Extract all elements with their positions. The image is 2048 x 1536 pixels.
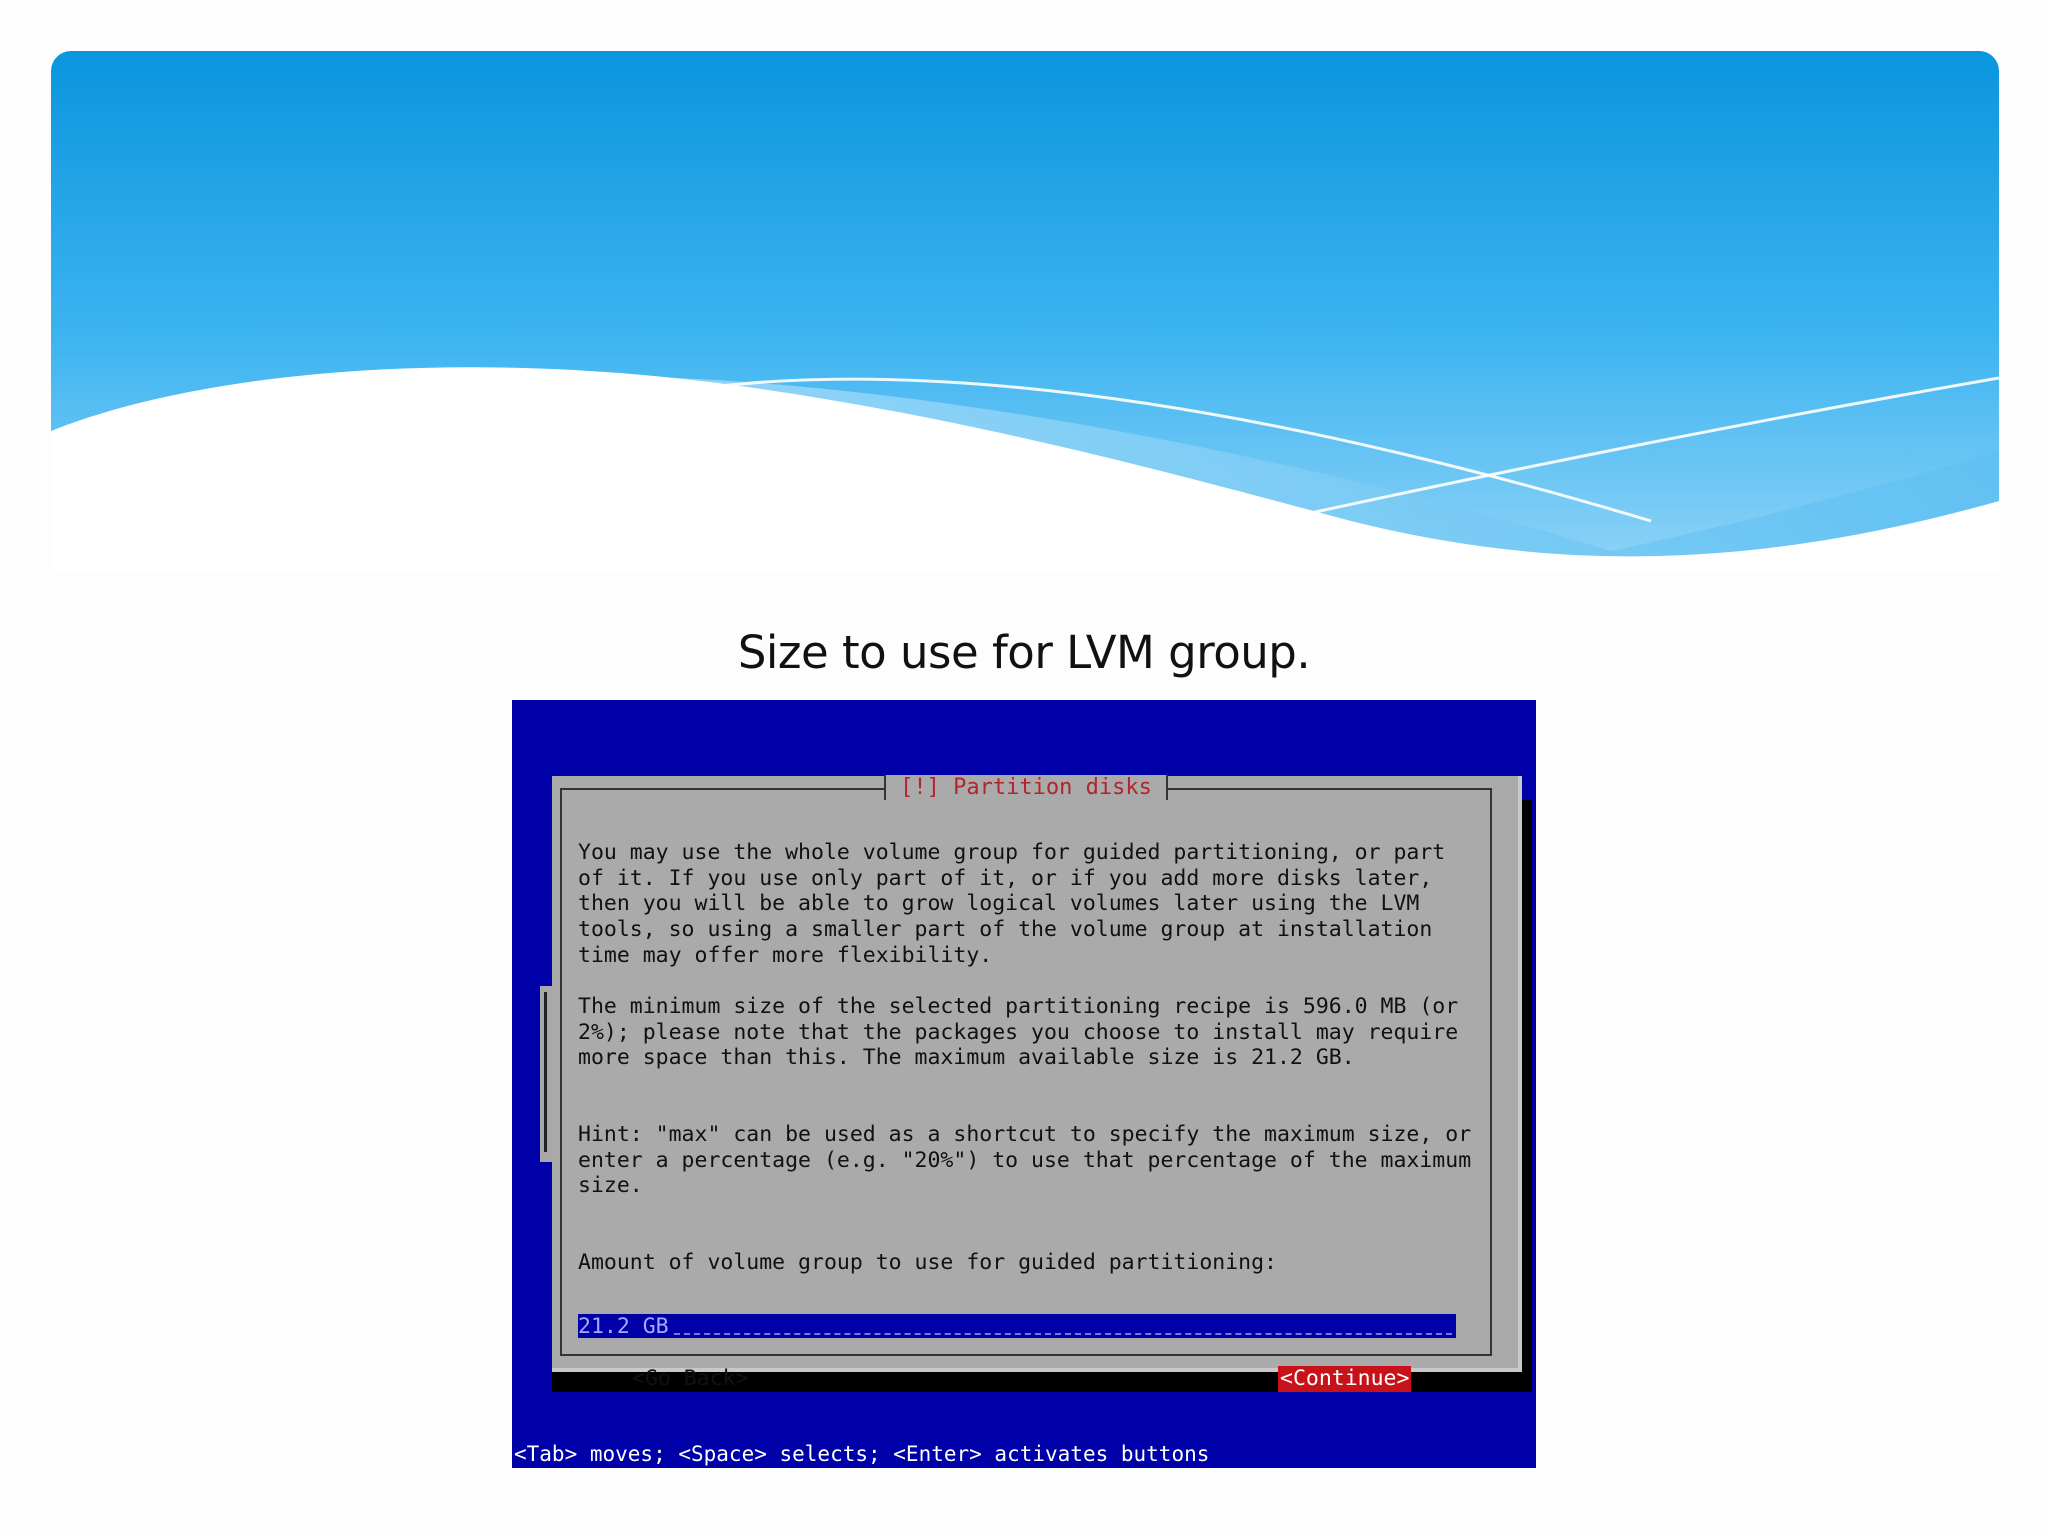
- partition-disks-dialog: [!] Partition disks You may use the whol…: [552, 775, 1522, 1392]
- installer-screenshot: [!] Partition disks You may use the whol…: [512, 700, 1536, 1468]
- description-paragraph: You may use the whole volume group for g…: [578, 840, 1446, 968]
- continue-button[interactable]: <Continue>: [1278, 1366, 1412, 1392]
- slide-title: Size to use for LVM group.: [737, 626, 1311, 679]
- header-wave-banner: [51, 51, 1999, 571]
- dialog-title-bar: [!] Partition disks: [562, 775, 1490, 815]
- keyboard-help-bar: <Tab> moves; <Space> selects; <Enter> ac…: [514, 1442, 1210, 1466]
- amount-input-container[interactable]: [578, 1314, 1456, 1338]
- amount-prompt: Amount of volume group to use for guided…: [578, 1250, 1277, 1275]
- wave-graphic: [51, 51, 1999, 571]
- hint-paragraph: Hint: "max" can be used as a shortcut to…: [578, 1122, 1472, 1199]
- go-back-button[interactable]: <Go Back>: [630, 1366, 751, 1392]
- input-fill-underline: [674, 1333, 1452, 1335]
- minimum-size-paragraph: The minimum size of the selected partiti…: [578, 994, 1459, 1071]
- slide: Size to use for LVM group. [!] Partition…: [0, 0, 2048, 1536]
- dialog-title: [!] Partition disks: [884, 775, 1168, 800]
